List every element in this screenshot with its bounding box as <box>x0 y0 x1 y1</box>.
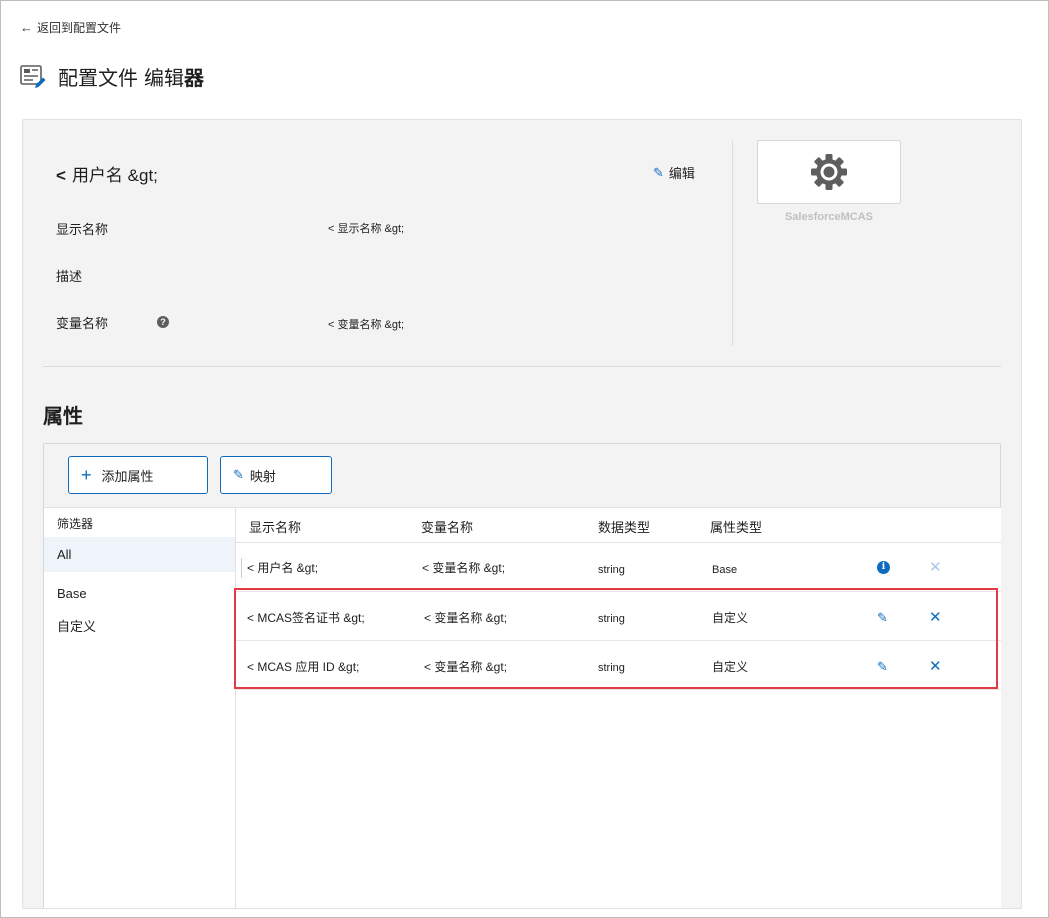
profile-editor-icon <box>20 64 46 88</box>
cell-attribute-type: Base <box>712 564 738 576</box>
table-row[interactable]: < MCAS 应用 ID &gt; < 变量名称 &gt; string 自定义… <box>236 641 1001 690</box>
attributes-title: 属性 <box>43 406 83 428</box>
cell-data-type: string <box>598 662 625 674</box>
table-row[interactable]: < 用户名 &gt; < 变量名称 &gt; string Base i ✕ <box>236 543 1001 592</box>
column-header-data-type[interactable]: 数据类型 <box>598 517 650 536</box>
cell-display-name: < 用户名 &gt; <box>247 561 319 575</box>
add-attribute-label: 添加属性 <box>101 468 154 484</box>
page-title: 配置文件 编辑器 <box>58 68 204 90</box>
attributes-table: 显示名称 变量名称 数据类型 属性类型 < 用户名 &gt; < 变量名称 &g… <box>236 507 1001 908</box>
page-header: 配置文件 编辑器 <box>20 62 204 91</box>
delete-attribute-icon[interactable]: ✕ <box>929 610 942 625</box>
display-name-label: 显示名称 <box>56 222 109 237</box>
cell-variable-name: < 变量名称 &gt; <box>424 660 508 674</box>
edit-attribute-pencil-icon[interactable]: ✎ <box>877 610 888 626</box>
filter-header: 筛选器 <box>57 517 94 531</box>
variable-name-value: < 变量名称 &gt; <box>328 319 405 331</box>
arrow-left-icon: ← <box>20 20 33 35</box>
app-name: SalesforceMCAS <box>784 211 874 223</box>
info-icon[interactable]: i <box>877 561 890 574</box>
horizontal-divider <box>43 366 1001 367</box>
cell-display-name: < MCAS签名证书 &gt; <box>247 611 365 625</box>
mapping-button[interactable]: ✎ 映射 <box>220 456 332 494</box>
attributes-box: + 添加属性 ✎ 映射 筛选器 All Base 自定义 显示名称 变量名称 数… <box>43 443 1001 908</box>
filter-item-base[interactable]: Base <box>44 576 235 611</box>
pencil-icon: ✎ <box>653 164 664 180</box>
cell-attribute-type: 自定义 <box>712 660 749 674</box>
variable-name-label: 变量名称 <box>56 316 109 331</box>
edit-label: 编辑 <box>668 166 695 181</box>
filter-item-custom[interactable]: 自定义 <box>44 609 235 644</box>
column-header-attribute-type[interactable]: 属性类型 <box>710 517 762 536</box>
profile-title: < 用户名 &gt; <box>56 166 158 185</box>
filter-item-all[interactable]: All <box>44 537 235 572</box>
edit-profile-button[interactable]: ✎ 编辑 <box>653 163 695 182</box>
cell-data-type: string <box>598 564 625 576</box>
mapping-label: 映射 <box>249 468 276 484</box>
filter-pane: 筛选器 All Base 自定义 <box>44 507 236 908</box>
profile-panel: < 用户名 &gt; ✎ 编辑 显示名称 < 显示名称 &gt; 描述 变量名称 … <box>22 119 1022 909</box>
column-header-display-name[interactable]: 显示名称 <box>249 517 301 536</box>
display-name-value: < 显示名称 &gt; <box>328 223 405 235</box>
description-label: 描述 <box>56 269 83 284</box>
delete-attribute-icon[interactable]: ✕ <box>929 659 942 674</box>
edit-attribute-pencil-icon[interactable]: ✎ <box>877 659 888 675</box>
column-header-variable-name[interactable]: 变量名称 <box>421 517 473 536</box>
cell-variable-name: < 变量名称 &gt; <box>424 611 508 625</box>
back-link-label: 返回到配置文件 <box>37 21 122 35</box>
add-attribute-button[interactable]: + 添加属性 <box>68 456 208 494</box>
cell-variable-name: < 变量名称 &gt; <box>422 561 506 575</box>
plus-icon: + <box>81 465 92 485</box>
back-to-profiles-link[interactable]: ← 返回到配置文件 <box>20 19 121 36</box>
pencil-icon: ✎ <box>233 467 244 482</box>
delete-icon: ✕ <box>929 559 942 576</box>
row-accent <box>241 558 242 578</box>
cell-display-name: < MCAS 应用 ID &gt; <box>247 660 360 674</box>
cell-data-type: string <box>598 613 625 625</box>
app-tile <box>757 140 901 204</box>
vertical-divider <box>732 140 733 346</box>
gear-icon <box>811 154 847 190</box>
help-icon[interactable]: ? <box>157 316 169 328</box>
table-row[interactable]: < MCAS签名证书 &gt; < 变量名称 &gt; string 自定义 ✎… <box>236 592 1001 641</box>
cell-attribute-type: 自定义 <box>712 611 749 625</box>
